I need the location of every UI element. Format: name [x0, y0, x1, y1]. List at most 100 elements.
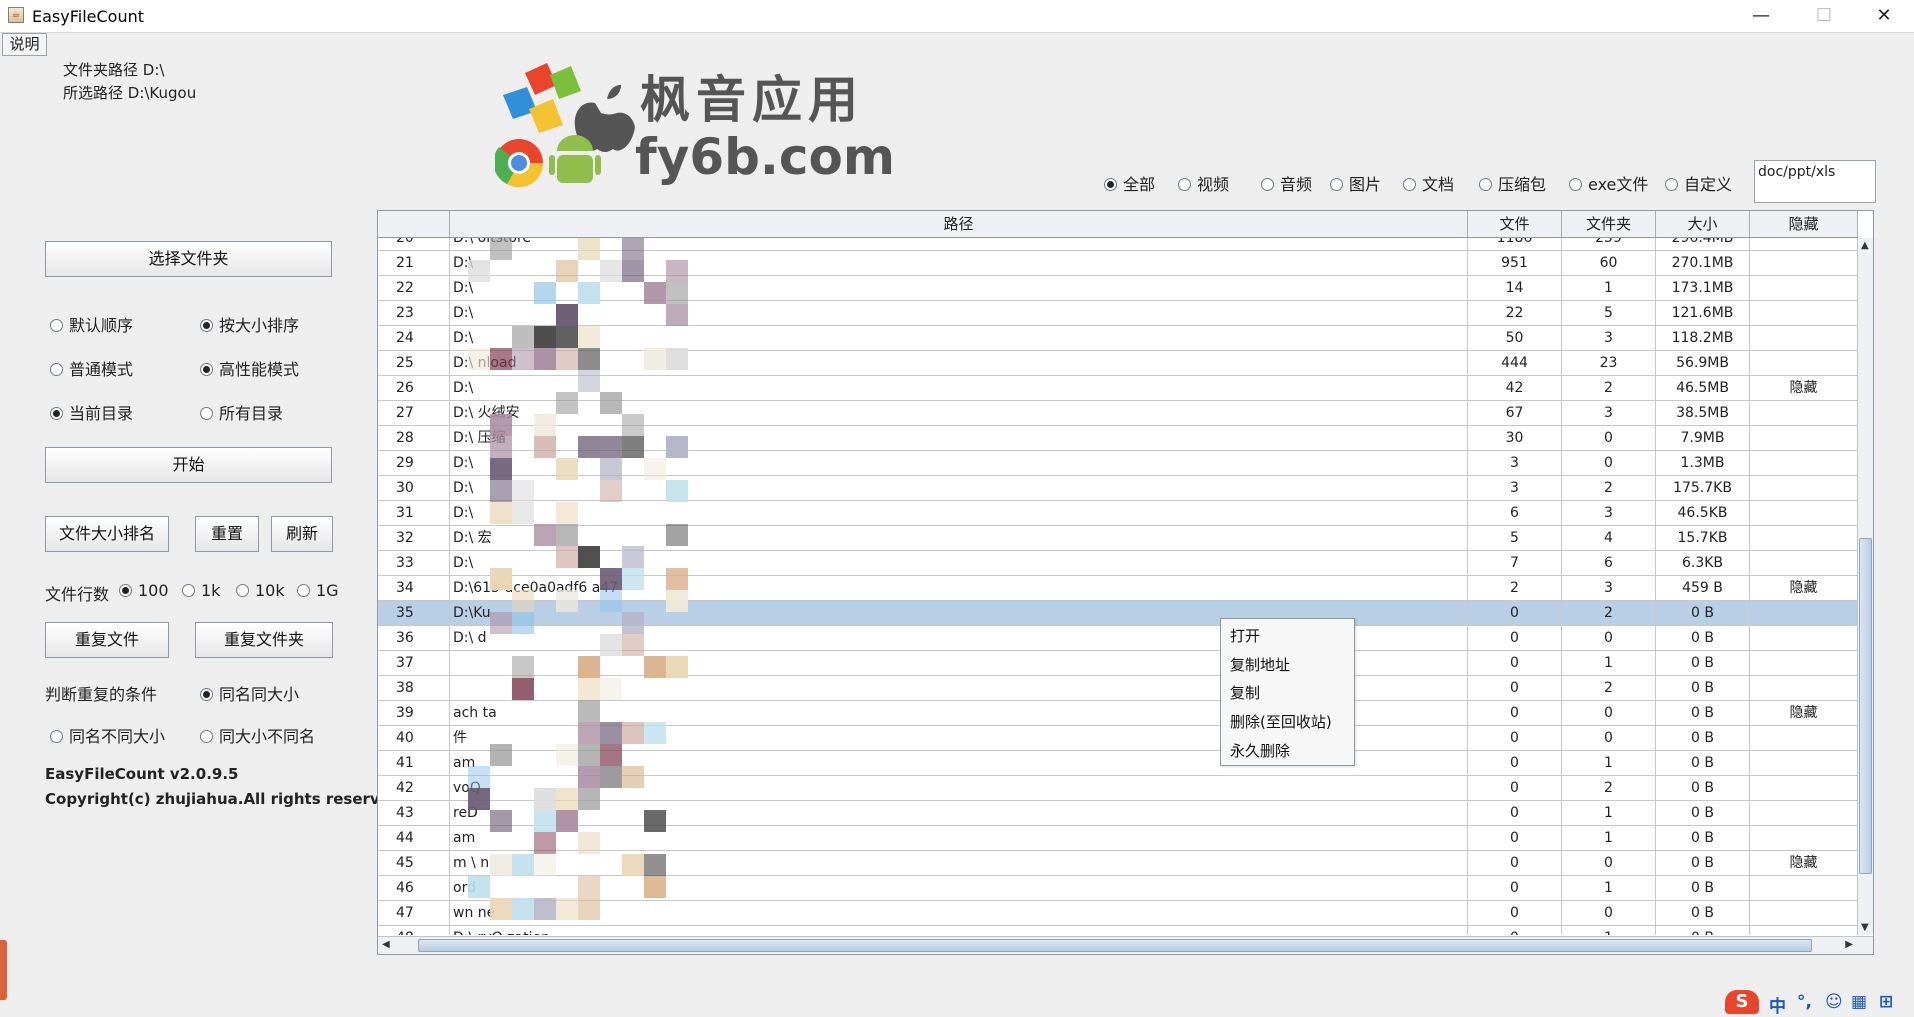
- scroll-up-icon[interactable]: ▲: [1861, 240, 1869, 251]
- table-row[interactable]: 44 am 0 1 0 B: [378, 826, 1858, 851]
- same-size-diff-name-radio[interactable]: 同大小不同名: [200, 723, 315, 747]
- help-menu[interactable]: 说明: [2, 33, 47, 56]
- duplicate-files-button[interactable]: 重复文件: [45, 622, 169, 658]
- scroll-right-icon[interactable]: ▶: [1845, 939, 1853, 950]
- mode-normal-radio[interactable]: 普通模式: [50, 356, 133, 380]
- table-row[interactable]: 36 D:\ d000 B: [378, 626, 1858, 651]
- table-row[interactable]: 30 D:\ 3 2 175.7KB: [378, 476, 1858, 501]
- table-row[interactable]: 42 voQ 0 2 0 B: [378, 776, 1858, 801]
- filter-radio-5[interactable]: 压缩包: [1479, 171, 1546, 195]
- filter-radio-0[interactable]: 全部: [1104, 171, 1155, 195]
- row-file-count: 0: [1468, 776, 1562, 800]
- table-row[interactable]: 35 D:\Ku 0 2 0 B: [378, 601, 1858, 626]
- filter-radio-3[interactable]: 图片: [1330, 171, 1381, 195]
- ime-lang-toggle[interactable]: 中: [1769, 992, 1786, 1017]
- header-size[interactable]: 大小: [1656, 211, 1750, 237]
- mode-fast-radio[interactable]: 高性能模式: [200, 356, 299, 380]
- watermark-text-en: fy6b.com: [635, 128, 896, 186]
- table-row[interactable]: 45 m \ n000 B 隐藏: [378, 851, 1858, 876]
- table-row[interactable]: 38 0 2 0 B: [378, 676, 1858, 701]
- ime-emoji-icon[interactable]: ☺: [1825, 992, 1843, 1012]
- table-row[interactable]: 28 D:\ 压缩 30 0 7.9MB: [378, 426, 1858, 451]
- ime-toolbox-icon[interactable]: ⊞: [1879, 992, 1893, 1012]
- filter-radio-2[interactable]: 音频: [1261, 171, 1312, 195]
- scope-all-radio[interactable]: 所有目录: [200, 400, 283, 424]
- ctx-copy-path[interactable]: 复制地址: [1230, 654, 1290, 675]
- same-name-size-radio[interactable]: 同名同大小: [200, 681, 299, 705]
- table-row[interactable]: 23 D:\ 22 5 121.6MB: [378, 301, 1858, 326]
- same-name-diff-size-radio[interactable]: 同名不同大小: [50, 723, 165, 747]
- ime-keyboard-icon[interactable]: ▦: [1851, 992, 1867, 1012]
- row-index: 35: [378, 601, 450, 625]
- row-path: wn ne: [450, 901, 1468, 925]
- table-row[interactable]: 21 D:\ 951 60 270.1MB: [378, 251, 1858, 276]
- vertical-scrollbar[interactable]: ▲ ▼: [1857, 238, 1873, 935]
- refresh-button[interactable]: 刷新: [271, 516, 333, 552]
- table-row[interactable]: 46 ord 0 1 0 B: [378, 876, 1858, 901]
- rows-100-radio[interactable]: 100: [119, 581, 169, 600]
- select-folder-button[interactable]: 选择文件夹: [45, 241, 332, 277]
- duplicate-folders-button[interactable]: 重复文件夹: [195, 622, 333, 658]
- table-row[interactable]: 41 am 0 1 0 B: [378, 751, 1858, 776]
- scroll-down-icon[interactable]: ▼: [1861, 922, 1869, 933]
- reset-button[interactable]: 重置: [195, 516, 259, 552]
- scroll-left-icon[interactable]: ◀: [382, 939, 390, 950]
- table-row[interactable]: 22 D:\ 14 1 173.1MB: [378, 276, 1858, 301]
- table-row[interactable]: 20 D:\ oltstore 1186 259 296.4MB: [378, 238, 1858, 251]
- rank-by-size-button[interactable]: 文件大小排名: [45, 516, 169, 552]
- table-row[interactable]: 43 reD 0 1 0 B: [378, 801, 1858, 826]
- ctx-copy[interactable]: 复制: [1230, 682, 1260, 703]
- ime-punct-toggle[interactable]: °,: [1797, 992, 1812, 1012]
- start-button[interactable]: 开始: [45, 447, 332, 483]
- ctx-delete-recycle[interactable]: 删除(至回收站): [1230, 711, 1332, 732]
- radio-label: 所有目录: [219, 404, 284, 423]
- ctx-delete-permanent[interactable]: 永久删除: [1230, 740, 1290, 761]
- table-row[interactable]: 34 D:\615 dce0a0adf6 a47 2 3 459 B 隐藏: [378, 576, 1858, 601]
- table-row[interactable]: 37 0 1 0 B: [378, 651, 1858, 676]
- header-hidden[interactable]: 隐藏: [1750, 211, 1858, 237]
- row-size: 0 B: [1656, 601, 1750, 625]
- table-row[interactable]: 39 ach ta 0 0 0 B 隐藏: [378, 701, 1858, 726]
- table-row[interactable]: 27 D:\ 火绒安 67 3 38.5MB: [378, 401, 1858, 426]
- radio-label: 1G: [316, 581, 339, 600]
- filter-radio-4[interactable]: 文档: [1403, 171, 1454, 195]
- row-size: 0 B: [1656, 676, 1750, 700]
- table-row[interactable]: 26 D:\ 42 2 46.5MB 隐藏: [378, 376, 1858, 401]
- table-row[interactable]: 31 D:\ 6 3 46.5KB: [378, 501, 1858, 526]
- header-folders[interactable]: 文件夹: [1562, 211, 1656, 237]
- table-row[interactable]: 24 D:\ 50 3 118.2MB: [378, 326, 1858, 351]
- scope-current-radio[interactable]: 当前目录: [50, 400, 133, 424]
- custom-extension-input[interactable]: doc/ppt/xls: [1754, 160, 1876, 203]
- sort-size-radio[interactable]: 按大小排序: [200, 312, 299, 336]
- horizontal-scroll-thumb[interactable]: [418, 939, 1812, 952]
- rows-10k-radio[interactable]: 10k: [236, 581, 285, 600]
- table-row[interactable]: 48D:\ ryO zation010 B: [378, 926, 1858, 935]
- radio-label: 同大小不同名: [219, 727, 316, 746]
- result-table: 路径 文件 文件夹 大小 隐藏 20 D:\ oltstore 1186 259 296…: [377, 210, 1874, 955]
- sogou-ime-icon[interactable]: S: [1725, 990, 1759, 1014]
- filter-radio-1[interactable]: 视频: [1178, 171, 1229, 195]
- vertical-scroll-thumb[interactable]: [1859, 538, 1872, 874]
- radio-indicator: [236, 584, 249, 597]
- header-files[interactable]: 文件: [1468, 211, 1562, 237]
- header-path[interactable]: 路径: [450, 211, 1468, 237]
- table-row[interactable]: 29 D:\ 3 0 1.3MB: [378, 451, 1858, 476]
- ime-toolbar[interactable]: S 中 °, ☺ ▦ ⊞: [1725, 988, 1914, 1017]
- rows-1g-radio[interactable]: 1G: [297, 581, 339, 600]
- ctx-open[interactable]: 打开: [1230, 625, 1260, 646]
- horizontal-scrollbar[interactable]: ◀ ▶: [378, 936, 1873, 954]
- table-row[interactable]: 40 件000 B: [378, 726, 1858, 751]
- table-row[interactable]: 32 D:\ 宏 5 4 15.7KB: [378, 526, 1858, 551]
- rows-1k-radio[interactable]: 1k: [182, 581, 220, 600]
- maximize-button[interactable]: ☐: [1796, 0, 1852, 32]
- table-row[interactable]: 25 D:\ nload 444 23 56.9MB: [378, 351, 1858, 376]
- minimize-button[interactable]: —: [1733, 0, 1789, 32]
- row-index: 41: [378, 751, 450, 775]
- close-button[interactable]: ✕: [1856, 0, 1912, 32]
- filter-radio-6[interactable]: exe文件: [1569, 171, 1648, 195]
- title-bar: ☕ EasyFileCount — ☐ ✕: [0, 0, 1914, 33]
- filter-radio-7[interactable]: 自定义: [1665, 171, 1732, 195]
- table-row[interactable]: 47 wn ne 0 0 0 B: [378, 901, 1858, 926]
- sort-default-radio[interactable]: 默认顺序: [50, 312, 133, 336]
- table-row[interactable]: 33 D:\ 7 6 6.3KB: [378, 551, 1858, 576]
